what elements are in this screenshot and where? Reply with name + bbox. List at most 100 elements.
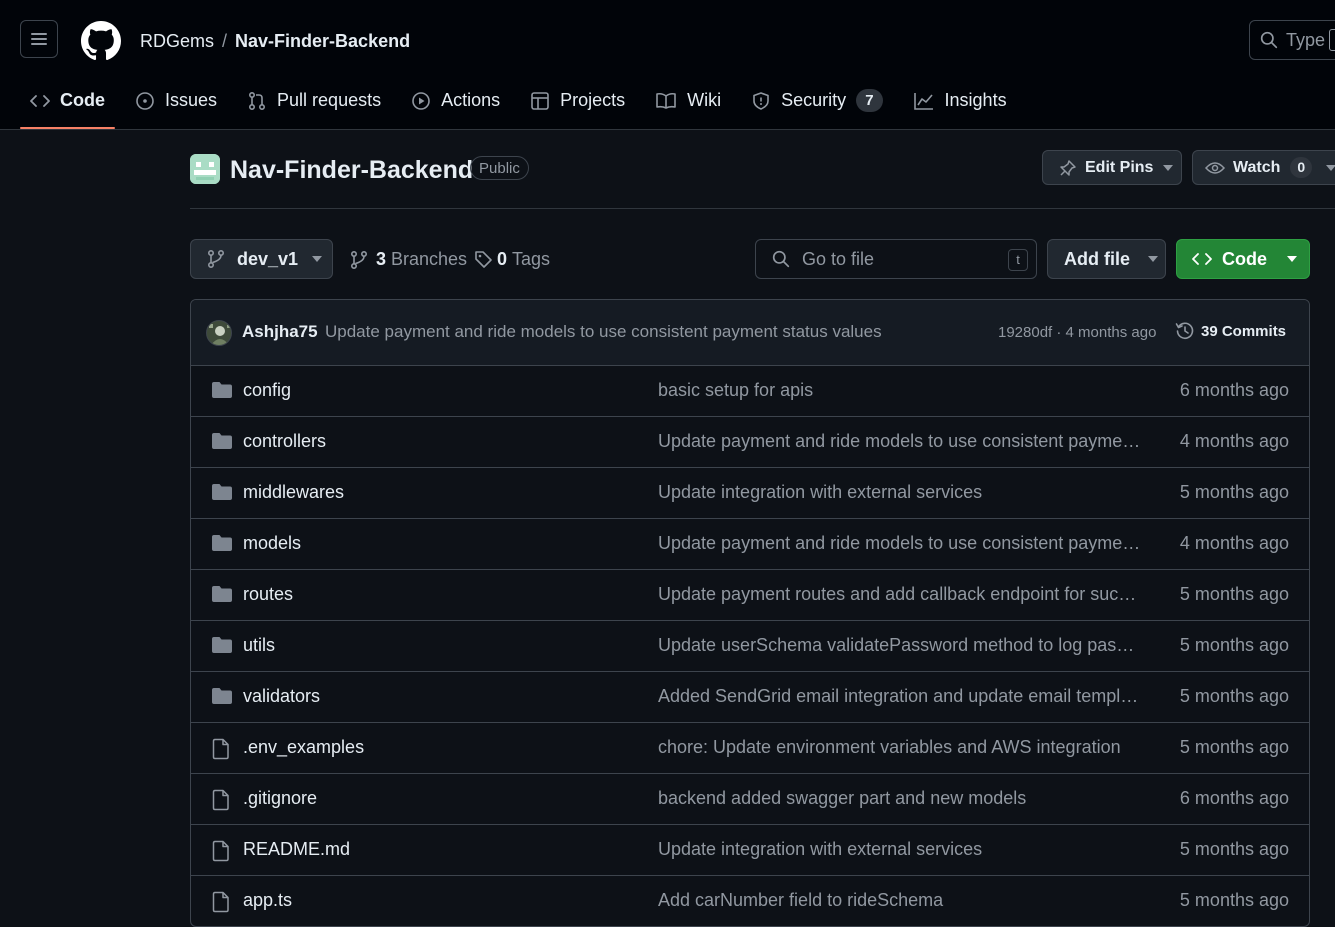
file-commit-message[interactable]: Added SendGrid email integration and upd… xyxy=(658,686,1142,707)
file-table: Ashjha75 Update payment and ride models … xyxy=(190,299,1310,927)
tab-actions[interactable]: Actions xyxy=(401,80,510,121)
commit-sha-time[interactable]: 19280df · 4 months ago xyxy=(998,324,1156,341)
tab-label: Actions xyxy=(441,90,501,110)
file-commit-date: 5 months ago xyxy=(1179,839,1289,859)
file-commit-date: 4 months ago xyxy=(1179,431,1289,451)
file-commit-date: 6 months ago xyxy=(1179,380,1289,400)
repo-title[interactable]: Nav-Finder-Backend xyxy=(230,155,473,185)
file-name[interactable]: config xyxy=(243,380,291,401)
history-icon xyxy=(1175,321,1195,341)
chevron-down-icon xyxy=(312,256,323,262)
avatar[interactable] xyxy=(206,320,232,346)
code-button[interactable]: Code xyxy=(1176,239,1310,279)
commit-author[interactable]: Ashjha75 xyxy=(242,322,318,342)
file-commit-message[interactable]: Update userSchema validatePassword metho… xyxy=(658,635,1142,656)
file-name[interactable]: models xyxy=(243,533,301,554)
add-file-label: Add file xyxy=(1064,248,1130,269)
edit-pins-button[interactable]: Edit Pins xyxy=(1042,150,1182,185)
tab-projects[interactable]: Projects xyxy=(520,80,635,121)
tags-link[interactable]: 0 Tags xyxy=(474,249,550,270)
branch-selector-button[interactable]: dev_v1 xyxy=(190,239,333,279)
book-icon xyxy=(655,91,677,111)
global-search-input[interactable]: Type xyxy=(1249,20,1335,60)
breadcrumb-separator: / xyxy=(222,31,228,51)
file-name[interactable]: validators xyxy=(243,686,320,707)
shield-icon xyxy=(751,91,771,111)
tab-pull-requests[interactable]: Pull requests xyxy=(237,80,391,121)
folder-icon xyxy=(211,636,233,654)
table-row[interactable]: app.ts Add carNumber field to rideSchema 5… xyxy=(191,875,1309,926)
commits-history-link[interactable]: 39 Commits xyxy=(1175,321,1286,341)
table-row[interactable]: validators Added SendGrid email integrati… xyxy=(191,671,1309,722)
file-name[interactable]: controllers xyxy=(243,431,326,452)
file-name[interactable]: routes xyxy=(243,584,293,605)
watch-button[interactable]: Watch 0 xyxy=(1192,150,1335,185)
latest-commit-bar: Ashjha75 Update payment and ride models … xyxy=(191,300,1309,366)
repo-owner-avatar[interactable] xyxy=(190,154,220,184)
file-name[interactable]: utils xyxy=(243,635,275,656)
folder-icon xyxy=(211,381,233,399)
file-name[interactable]: app.ts xyxy=(243,890,292,911)
file-name[interactable]: .gitignore xyxy=(243,788,317,809)
file-commit-message[interactable]: Update integration with external service… xyxy=(658,839,1142,860)
table-icon xyxy=(530,91,550,111)
search-icon xyxy=(1260,31,1278,49)
global-header: RDGems / Nav-Finder-Backend Type Code Issu… xyxy=(0,0,1335,130)
owner-link[interactable]: RDGems xyxy=(140,31,214,51)
git-pull-request-icon xyxy=(247,91,267,111)
file-name[interactable]: middlewares xyxy=(243,482,344,503)
chevron-down-icon xyxy=(1326,164,1335,171)
file-commit-message[interactable]: Update payment routes and add callback e… xyxy=(658,584,1142,605)
github-logo-icon[interactable] xyxy=(81,21,121,61)
code-icon xyxy=(1192,251,1212,267)
table-row[interactable]: controllers Update payment and ride model… xyxy=(191,416,1309,467)
tab-code[interactable]: Code xyxy=(20,80,115,129)
table-row[interactable]: config basic setup for apis 6 months ago xyxy=(191,366,1309,416)
tab-label: Code xyxy=(60,90,105,110)
tab-label: Projects xyxy=(560,90,626,110)
chevron-down-icon xyxy=(1163,164,1174,171)
file-commit-message[interactable]: backend added swagger part and new model… xyxy=(658,788,1142,809)
table-row[interactable]: .gitignore backend added swagger part and… xyxy=(191,773,1309,824)
folder-icon xyxy=(211,483,233,501)
table-row[interactable]: middlewares Update integration with exter… xyxy=(191,467,1309,518)
table-row[interactable]: routes Update payment routes and add call… xyxy=(191,569,1309,620)
file-commit-message[interactable]: Update payment and ride models to use co… xyxy=(658,431,1142,452)
menu-button[interactable] xyxy=(20,20,58,58)
file-list: config basic setup for apis 6 months ago co… xyxy=(191,366,1309,926)
tab-wiki[interactable]: Wiki xyxy=(645,80,731,121)
branches-link[interactable]: 3 Branches xyxy=(350,249,467,270)
file-name[interactable]: .env_examples xyxy=(243,737,364,758)
tab-insights[interactable]: Insights xyxy=(903,80,1017,121)
file-commit-message[interactable]: basic setup for apis xyxy=(658,380,1142,401)
tags-label: Tags xyxy=(512,249,551,269)
folder-icon xyxy=(211,432,233,450)
file-commit-message[interactable]: chore: Update environment variables and … xyxy=(658,737,1142,758)
git-branch-icon xyxy=(207,249,225,269)
search-placeholder: Type xyxy=(1286,29,1326,50)
repo-link[interactable]: Nav-Finder-Backend xyxy=(235,31,410,51)
pin-icon xyxy=(1059,159,1077,177)
table-row[interactable]: utils Update userSchema validatePassword … xyxy=(191,620,1309,671)
watch-count: 0 xyxy=(1290,157,1313,178)
table-row[interactable]: .env_examples chore: Update environment v… xyxy=(191,722,1309,773)
file-icon xyxy=(211,789,231,811)
file-commit-message[interactable]: Update payment and ride models to use co… xyxy=(658,533,1142,554)
file-icon xyxy=(211,738,231,760)
go-to-file-shortcut: t xyxy=(1008,249,1028,271)
visibility-badge: Public xyxy=(470,156,529,180)
table-row[interactable]: README.md Update integration with externa… xyxy=(191,824,1309,875)
file-name[interactable]: README.md xyxy=(243,839,350,860)
tab-issues[interactable]: Issues xyxy=(125,80,227,121)
file-commit-date: 6 months ago xyxy=(1179,788,1289,808)
folder-icon xyxy=(211,534,233,552)
go-to-file-input[interactable]: Go to file t xyxy=(755,239,1037,279)
tab-security[interactable]: Security 7 xyxy=(741,80,892,121)
file-commit-message[interactable]: Add carNumber field to rideSchema xyxy=(658,890,1142,911)
watch-label: Watch xyxy=(1233,158,1281,176)
table-row[interactable]: models Update payment and ride models to … xyxy=(191,518,1309,569)
commit-message[interactable]: Update payment and ride models to use co… xyxy=(325,322,882,342)
folder-icon xyxy=(211,585,233,603)
add-file-button[interactable]: Add file xyxy=(1047,239,1166,279)
file-commit-message[interactable]: Update integration with external service… xyxy=(658,482,1142,503)
